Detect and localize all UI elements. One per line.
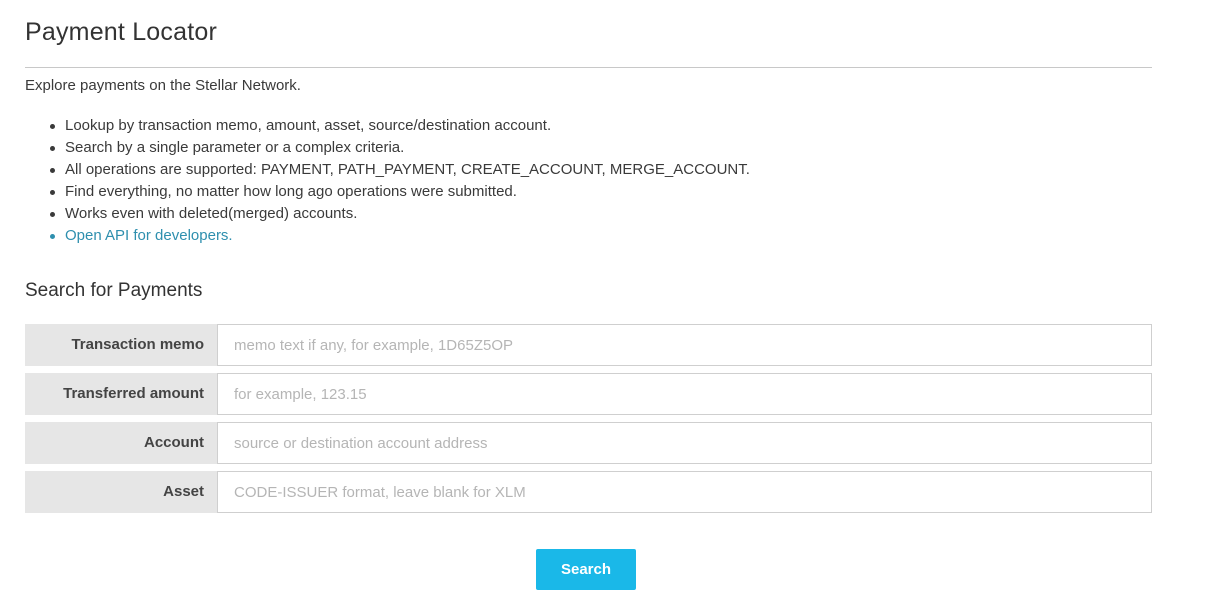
open-api-link[interactable]: Open API for developers. (65, 227, 233, 244)
asset-row: Asset (25, 471, 1152, 513)
feature-item: Works even with deleted(merged) accounts… (47, 203, 750, 225)
feature-item: All operations are supported: PAYMENT, P… (47, 159, 750, 181)
search-section-title: Search for Payments (25, 280, 203, 301)
title-divider (25, 67, 1152, 68)
intro-text: Explore payments on the Stellar Network. (25, 77, 301, 94)
page-title: Payment Locator (25, 18, 217, 46)
search-button[interactable]: Search (536, 549, 636, 590)
memo-row: Transaction memo (25, 324, 1152, 366)
feature-list: Lookup by transaction memo, amount, asse… (47, 115, 750, 247)
amount-input[interactable] (217, 373, 1152, 415)
memo-input[interactable] (217, 324, 1152, 366)
feature-item-api: Open API for developers. (47, 225, 750, 247)
feature-item: Search by a single parameter or a comple… (47, 137, 750, 159)
account-row: Account (25, 422, 1152, 464)
payment-locator-page: Payment Locator Explore payments on the … (0, 0, 1209, 606)
amount-row: Transferred amount (25, 373, 1152, 415)
payment-search-form: Transaction memo Transferred amount Acco… (25, 324, 1152, 520)
feature-item: Lookup by transaction memo, amount, asse… (47, 115, 750, 137)
asset-input[interactable] (217, 471, 1152, 513)
asset-label: Asset (25, 471, 217, 513)
memo-label: Transaction memo (25, 324, 217, 366)
feature-item: Find everything, no matter how long ago … (47, 181, 750, 203)
account-label: Account (25, 422, 217, 464)
amount-label: Transferred amount (25, 373, 217, 415)
account-input[interactable] (217, 422, 1152, 464)
